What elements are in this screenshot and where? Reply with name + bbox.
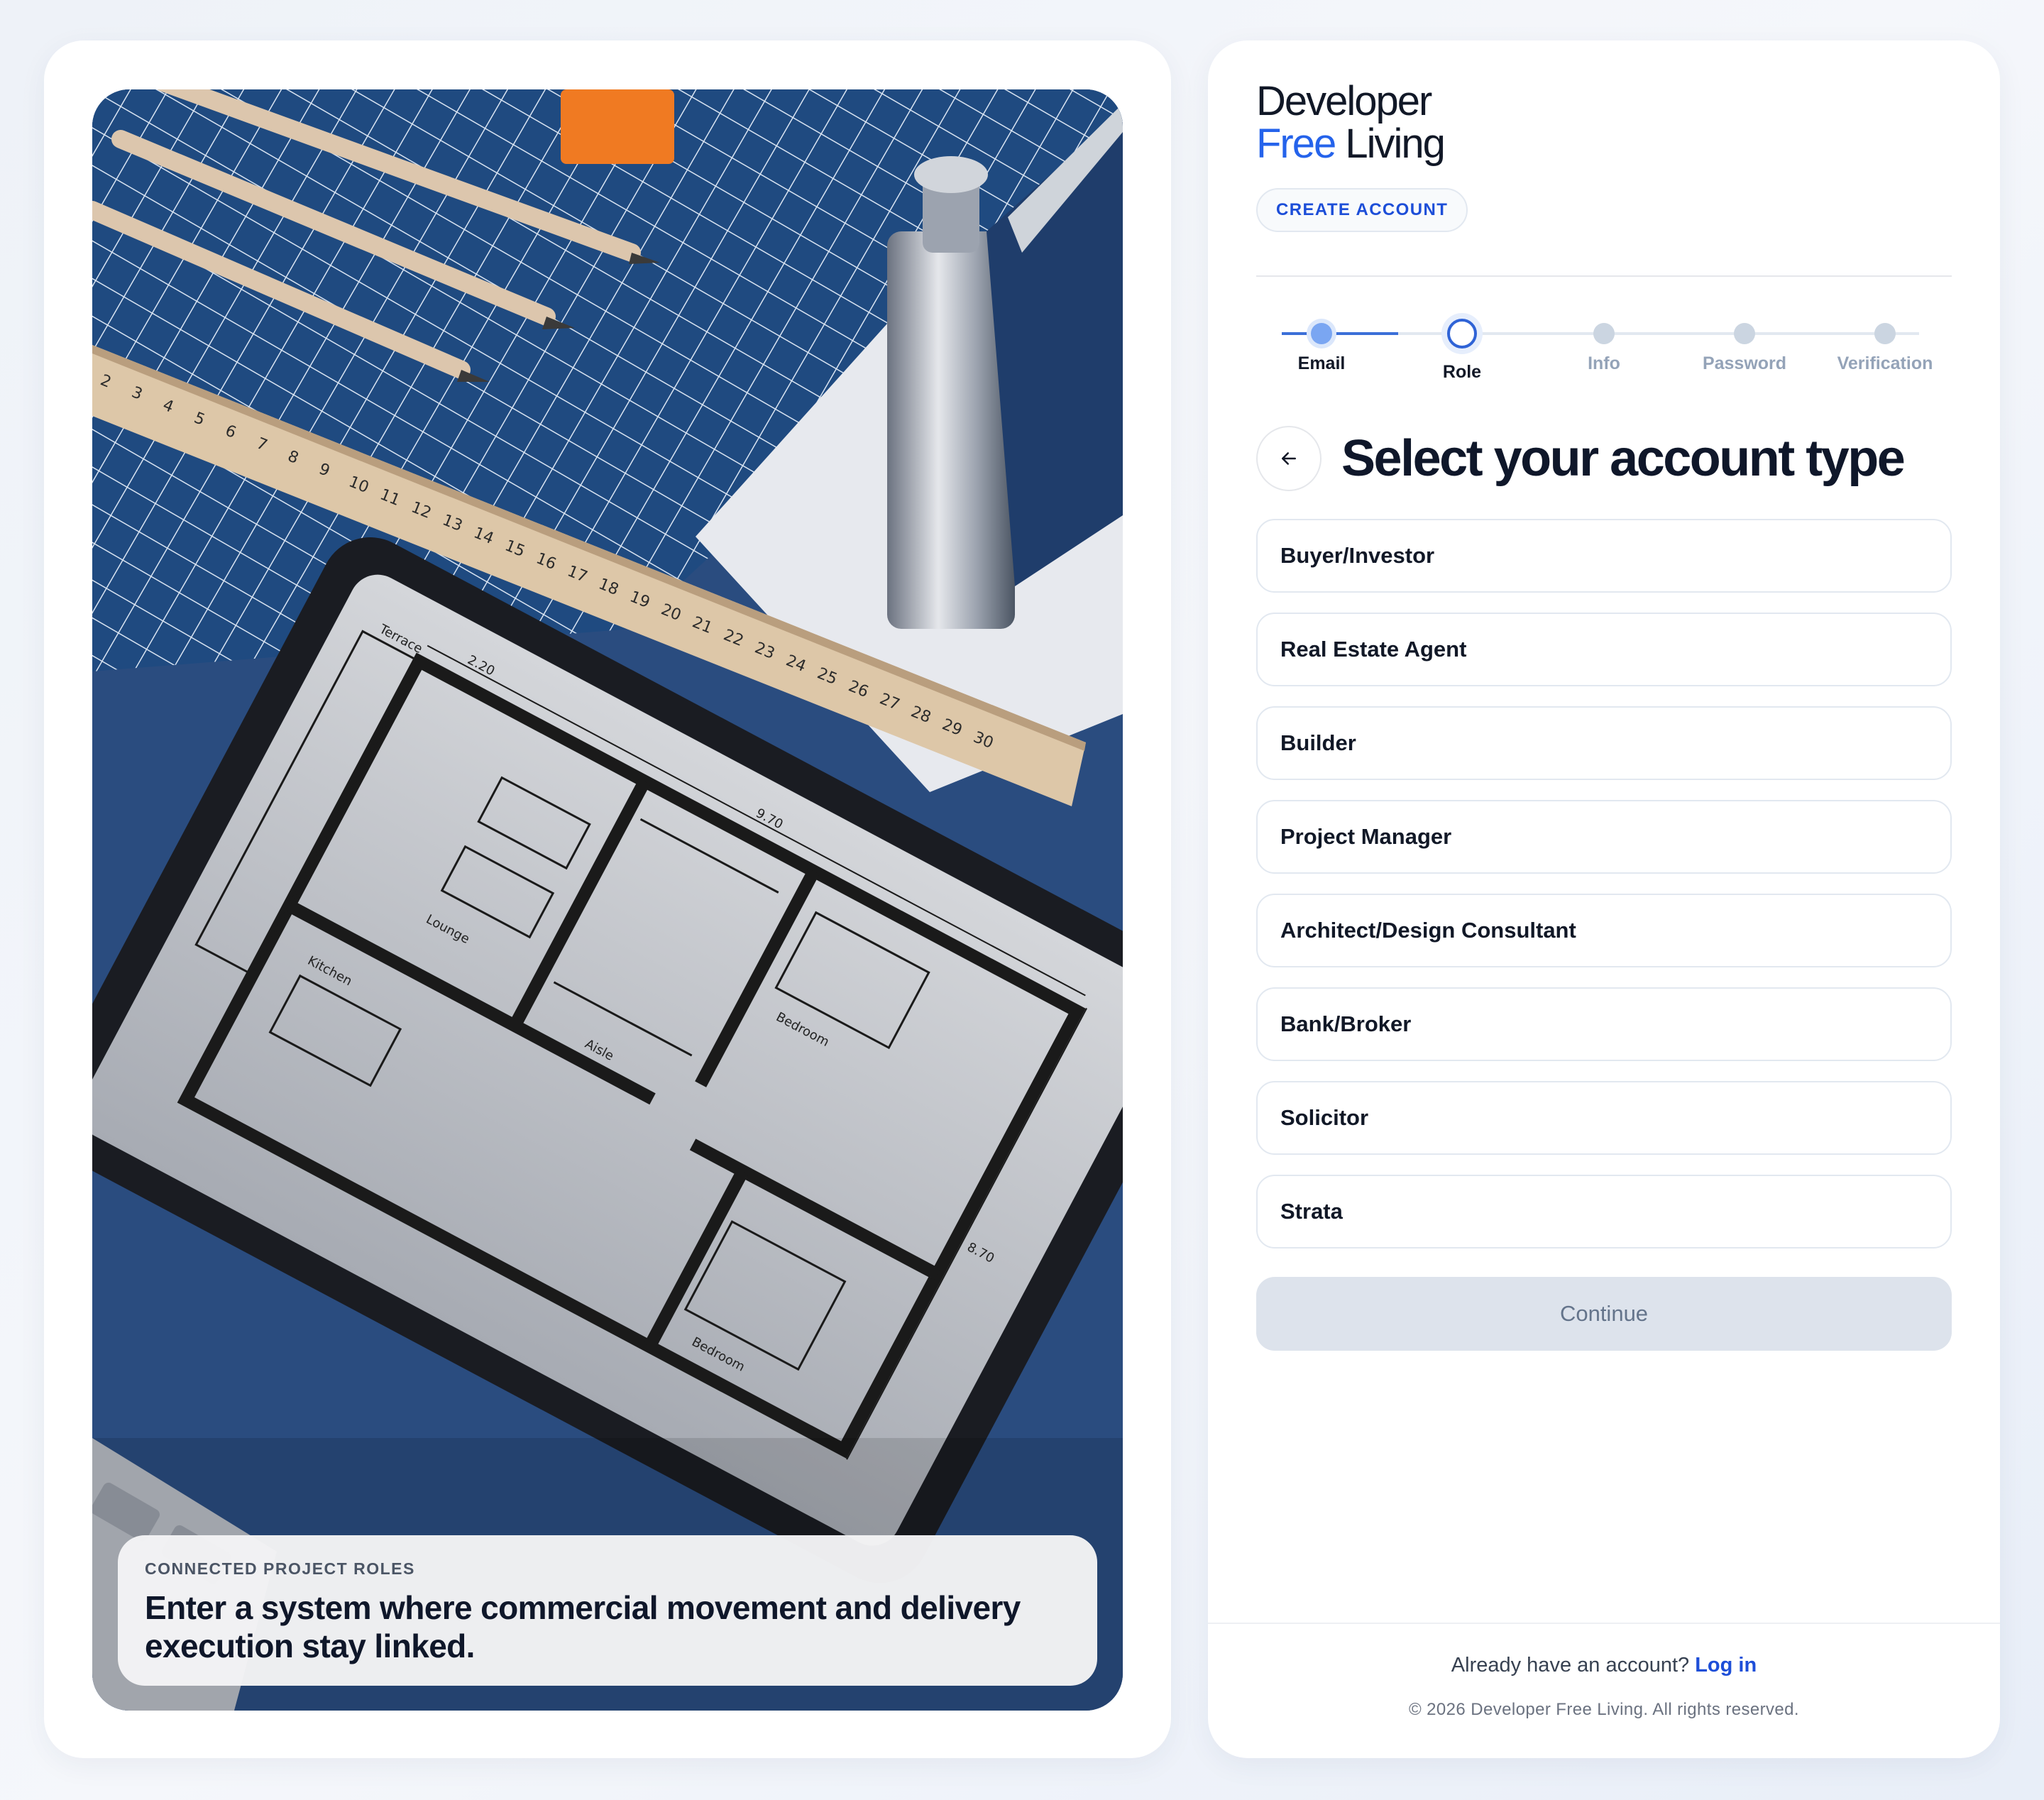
login-link[interactable]: Log in	[1695, 1654, 1757, 1676]
hero-image: 2 3 4 5 6 7 8 9 10 11 12 13 14 15 16 17 …	[92, 89, 1123, 1711]
copyright: © 2026 Developer Free Living. All rights…	[1409, 1700, 1799, 1719]
option-buyer-investor[interactable]: Buyer/Investor	[1256, 519, 1952, 593]
step-verification: Verification	[1828, 305, 1942, 373]
step-role: Role	[1405, 305, 1519, 382]
brand-line-2: Free Living	[1256, 121, 1446, 167]
caption-text: Enter a system where commercial movement…	[145, 1589, 1021, 1664]
arrow-left-icon	[1282, 452, 1296, 465]
step-dot	[1874, 323, 1896, 344]
option-solicitor[interactable]: Solicitor	[1256, 1081, 1952, 1155]
option-architect-design-consultant[interactable]: Architect/Design Consultant	[1256, 894, 1952, 967]
step-label: Email	[1297, 353, 1346, 373]
brand-line-1: Developer	[1256, 78, 1432, 124]
login-prompt-row: Already have an account? Log in	[1208, 1654, 2000, 1677]
option-project-manager[interactable]: Project Manager	[1256, 800, 1952, 874]
create-account-badge: CREATE ACCOUNT	[1256, 188, 1468, 232]
option-bank-broker[interactable]: Bank/Broker	[1256, 987, 1952, 1061]
step-dot	[1447, 319, 1477, 349]
step-label: Role	[1442, 362, 1482, 382]
step-dot	[1593, 323, 1615, 344]
step-label: Verification	[1837, 353, 1933, 373]
brand-logo[interactable]: Developer Free Living	[1256, 78, 1446, 167]
option-real-estate-agent[interactable]: Real Estate Agent	[1256, 613, 1952, 686]
footer-divider	[1208, 1623, 2000, 1624]
back-button[interactable]	[1256, 426, 1322, 491]
page-title: Select your account type	[1341, 430, 1906, 487]
brand-rest: Living	[1335, 121, 1446, 167]
step-info: Info	[1547, 305, 1661, 373]
signup-stepper: Email Role Info Password Verification	[1256, 305, 1952, 390]
hero-caption: CONNECTED PROJECT ROLES Enter a system w…	[118, 1535, 1097, 1686]
brand-accent: Free	[1256, 121, 1336, 167]
continue-button[interactable]: Continue	[1256, 1277, 1952, 1351]
step-label: Info	[1588, 353, 1620, 373]
step-label: Password	[1702, 353, 1787, 373]
step-password: Password	[1688, 305, 1801, 373]
divider	[1256, 275, 1952, 277]
step-email: Email	[1265, 305, 1378, 373]
option-builder[interactable]: Builder	[1256, 706, 1952, 780]
caption-kicker: CONNECTED PROJECT ROLES	[145, 1559, 415, 1578]
option-strata[interactable]: Strata	[1256, 1175, 1952, 1249]
account-type-list: Buyer/Investor Real Estate Agent Builder…	[1256, 519, 1952, 1268]
step-dot	[1734, 323, 1755, 344]
step-dot	[1311, 323, 1332, 344]
login-prompt: Already have an account?	[1451, 1654, 1690, 1676]
